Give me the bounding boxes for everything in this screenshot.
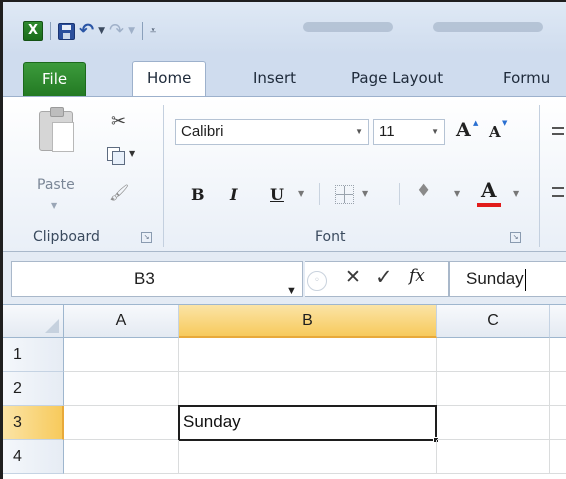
shrink-font-button[interactable]: A: [489, 123, 501, 141]
font-separator: [319, 183, 320, 205]
formula-input-value: Sunday: [466, 269, 524, 288]
ribbon-home: Paste ▼ ✂ ▼ 🖌 Clipboard ↘ Calibri ▼ 11 ▼…: [3, 96, 566, 252]
cell-d1[interactable]: [550, 338, 566, 372]
paste-label: Paste: [37, 177, 75, 193]
cell-b3[interactable]: Sunday: [178, 405, 437, 441]
format-painter-icon[interactable]: 🖌: [109, 183, 129, 202]
scissors-icon[interactable]: ✂: [111, 111, 126, 132]
undo-dropdown-icon[interactable]: ▼: [98, 26, 105, 36]
enter-check-icon[interactable]: ✓: [375, 265, 393, 289]
qat-separator: [50, 22, 51, 40]
tab-page-layout[interactable]: Page Layout: [337, 62, 457, 96]
cell-a2[interactable]: [64, 372, 179, 406]
font-size-select[interactable]: 11 ▼: [373, 119, 445, 145]
cell-b4[interactable]: [179, 440, 437, 474]
shrink-font-arrow-icon: ▼: [502, 119, 508, 127]
fill-color-dropdown-icon[interactable]: ▼: [454, 189, 460, 198]
paste-button[interactable]: Paste ▼: [29, 105, 83, 211]
borders-dropdown-icon[interactable]: ▼: [362, 189, 368, 198]
font-family-dropdown-icon[interactable]: ▼: [355, 120, 363, 144]
name-box-dropdown-icon[interactable]: ▼: [286, 274, 297, 308]
copy-icon[interactable]: [107, 147, 125, 165]
redo-icon[interactable]: ↷: [109, 22, 124, 40]
formula-bar-buttons: ◦ ✕ ✓ fx: [305, 261, 449, 297]
align-top-icon[interactable]: [552, 127, 564, 135]
blurred-title-text: [433, 22, 543, 32]
paste-dropdown-icon[interactable]: ▼: [51, 201, 57, 210]
font-color-button[interactable]: A: [481, 178, 497, 202]
worksheet-grid[interactable]: A B C 1 2 3 4 Sunday: [3, 304, 566, 479]
redo-dropdown-icon[interactable]: ▼: [128, 26, 135, 36]
underline-button[interactable]: U: [270, 185, 284, 204]
cell-a4[interactable]: [64, 440, 179, 474]
cell-c3[interactable]: [437, 406, 550, 440]
clipboard-group-label: Clipboard: [33, 229, 100, 245]
borders-icon[interactable]: [335, 185, 354, 204]
cell-a1[interactable]: [64, 338, 179, 372]
cell-c2[interactable]: [437, 372, 550, 406]
font-family-value: Calibri: [181, 123, 224, 140]
font-launcher-icon[interactable]: ↘: [510, 232, 521, 243]
underline-dropdown-icon[interactable]: ▼: [298, 189, 304, 198]
font-size-value: 11: [379, 123, 395, 140]
cancel-icon[interactable]: ✕: [345, 266, 361, 288]
cell-b1[interactable]: [179, 338, 437, 372]
column-header-b[interactable]: B: [179, 305, 437, 338]
formula-input[interactable]: Sunday: [449, 261, 566, 297]
row-header-2[interactable]: 2: [3, 372, 64, 406]
save-icon[interactable]: [58, 22, 75, 40]
name-box-value: B3: [134, 269, 155, 288]
cell-c4[interactable]: [437, 440, 550, 474]
font-color-dropdown-icon[interactable]: ▼: [513, 189, 519, 198]
title-bar: X ↶ ▼ ↷ ▼ ⩡: [3, 2, 566, 54]
clipboard-launcher-icon[interactable]: ↘: [141, 232, 152, 243]
group-separator: [539, 105, 540, 247]
blurred-title-text: [303, 22, 393, 32]
font-size-dropdown-icon[interactable]: ▼: [431, 120, 439, 144]
tab-insert[interactable]: Insert: [239, 62, 310, 96]
column-header-a[interactable]: A: [64, 305, 179, 338]
undo-icon[interactable]: ↶: [79, 22, 94, 40]
ribbon-tab-strip: File Home Insert Page Layout Formu: [3, 54, 566, 97]
italic-button[interactable]: I: [230, 185, 237, 204]
group-separator: [163, 105, 164, 247]
text-cursor: [524, 268, 526, 291]
select-all-corner[interactable]: [3, 305, 64, 338]
fill-color-icon[interactable]: ♦: [416, 181, 431, 201]
insert-function-icon[interactable]: fx: [409, 266, 425, 286]
cell-a3[interactable]: [64, 406, 179, 440]
tab-home[interactable]: Home: [132, 61, 207, 97]
copy-dropdown-icon[interactable]: ▼: [129, 149, 135, 158]
column-header-d[interactable]: [550, 305, 566, 338]
cell-c1[interactable]: [437, 338, 550, 372]
row-header-3[interactable]: 3: [3, 406, 64, 440]
qat-separator: [142, 22, 144, 40]
bold-button[interactable]: B: [191, 185, 205, 204]
paste-clipboard-icon: [39, 107, 74, 152]
font-family-select[interactable]: Calibri ▼: [175, 119, 369, 145]
tab-file[interactable]: File: [23, 62, 87, 96]
excel-logo-icon[interactable]: X: [23, 21, 43, 41]
row-header-4[interactable]: 4: [3, 440, 64, 474]
formula-bar: B3 ▼ ◦ ✕ ✓ fx Sunday: [3, 252, 566, 304]
grow-font-button[interactable]: A: [456, 119, 471, 141]
row-header-1[interactable]: 1: [3, 338, 64, 372]
column-header-c[interactable]: C: [437, 305, 550, 338]
formula-bar-resize-icon[interactable]: ◦: [307, 271, 327, 291]
font-separator: [399, 183, 400, 205]
select-all-icon: [45, 319, 59, 333]
cell-d4[interactable]: [550, 440, 566, 474]
cell-b2[interactable]: [179, 372, 437, 406]
cell-d2[interactable]: [550, 372, 566, 406]
font-group-label: Font: [315, 229, 346, 245]
tab-formulas[interactable]: Formu: [489, 62, 564, 96]
align-left-icon[interactable]: [552, 187, 564, 197]
customize-qat-icon[interactable]: ⩡: [150, 24, 156, 38]
font-color-swatch: [477, 203, 501, 207]
grow-font-arrow-icon: ▲: [473, 119, 479, 127]
name-box[interactable]: B3 ▼: [11, 261, 303, 297]
quick-access-toolbar: X ↶ ▼ ↷ ▼ ⩡: [23, 20, 156, 42]
cell-d3[interactable]: [550, 406, 566, 440]
